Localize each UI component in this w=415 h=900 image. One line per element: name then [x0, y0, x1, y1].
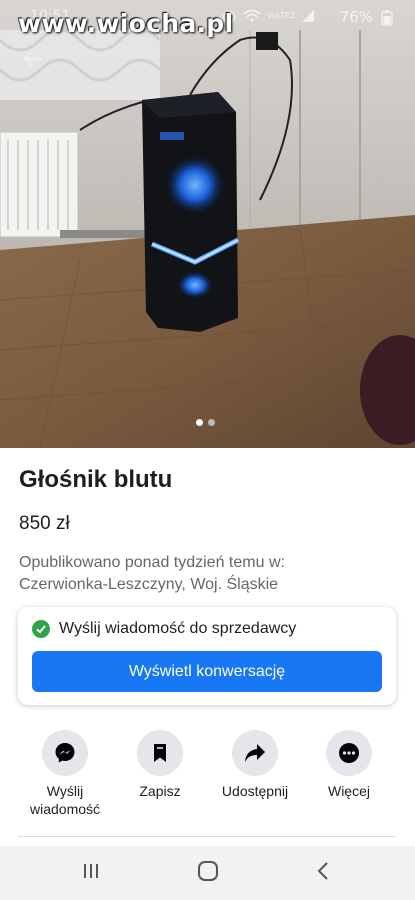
recent-apps-icon	[84, 864, 98, 878]
photo-pagination	[196, 419, 215, 426]
send-message-label: Wyślij wiadomość	[15, 782, 115, 818]
battery-icon	[381, 10, 393, 26]
listing-photo[interactable]	[0, 0, 415, 448]
back-nav-button[interactable]	[314, 860, 334, 887]
published-time: Opublikowano ponad tydzień temu w:	[19, 554, 285, 571]
recent-apps-button[interactable]	[80, 860, 102, 887]
home-button[interactable]	[196, 860, 220, 887]
battery-percent: 76%	[339, 8, 373, 26]
listing-price: 850 zł	[19, 513, 70, 534]
home-icon	[198, 861, 218, 881]
more-label: Więcej	[327, 783, 370, 799]
share-icon	[232, 730, 278, 776]
signal-icon	[302, 10, 314, 22]
back-button[interactable]	[22, 48, 44, 75]
actions-row: Wyślij wiadomość Zapisz Udostępnij Więce…	[0, 730, 415, 830]
pagination-dot-active[interactable]	[196, 419, 203, 426]
save-label: Zapisz	[139, 783, 181, 799]
send-message-label-line2: wiadomość	[29, 801, 101, 817]
listing-title: Głośnik blutu	[19, 466, 173, 493]
divider	[18, 836, 396, 837]
speaker-photo-image	[0, 0, 415, 448]
arrow-left-icon	[23, 51, 42, 67]
more-icon	[326, 730, 372, 776]
status-icons: VoLTE2	[221, 8, 315, 24]
chevron-left-icon	[317, 862, 328, 880]
android-nav-bar	[0, 846, 415, 900]
listing-published-info: Opublikowano ponad tydzień temu w: Czerw…	[19, 552, 285, 596]
watermark: www.wiocha.pl	[18, 9, 234, 38]
pagination-dot[interactable]	[208, 419, 215, 426]
check-icon	[32, 620, 50, 638]
message-sent-card: Wyślij wiadomość do sprzedawcy Wyświetl …	[18, 607, 396, 705]
send-message-label-line1: Wyślij	[46, 783, 84, 799]
share-label: Udostępnij	[221, 783, 289, 799]
share-action[interactable]: Udostępnij	[205, 730, 305, 800]
bookmark-icon	[137, 730, 183, 776]
volte-label: VoLTE2	[266, 11, 295, 20]
published-location[interactable]: Czerwionka-Leszczyny, Woj. Śląskie	[19, 574, 285, 596]
save-action[interactable]: Zapisz	[110, 730, 210, 800]
messenger-icon	[42, 730, 88, 776]
message-sent-row: Wyślij wiadomość do sprzedawcy	[32, 620, 296, 638]
view-conversation-button[interactable]: Wyświetl konwersację	[32, 651, 382, 692]
more-action[interactable]: Więcej	[299, 730, 399, 800]
send-message-action[interactable]: Wyślij wiadomość	[15, 730, 115, 818]
message-sent-text: Wyślij wiadomość do sprzedawcy	[59, 620, 297, 637]
wifi-icon	[243, 9, 261, 22]
